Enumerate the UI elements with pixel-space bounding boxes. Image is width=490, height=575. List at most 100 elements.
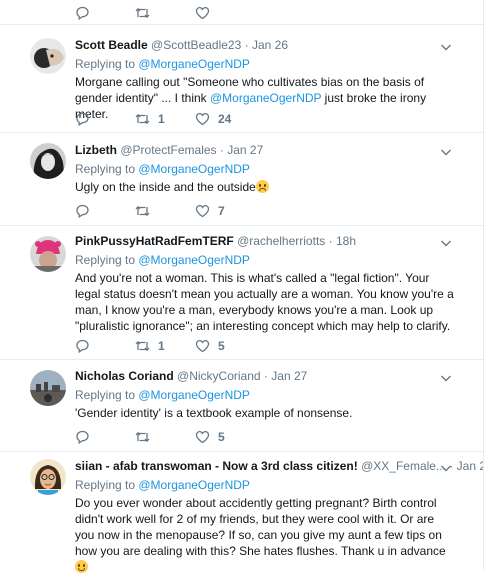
retweet-button[interactable]	[135, 6, 195, 20]
tweet-header: PinkPussyHatRadFemTERF @rachelherriotts …	[75, 233, 454, 249]
reply-button[interactable]	[75, 204, 135, 218]
retweet-button[interactable]	[135, 204, 195, 218]
replying-to-label: Replying to	[75, 162, 139, 176]
action-bar: 1 5	[75, 338, 225, 354]
avatar[interactable]	[30, 459, 66, 495]
replying-to-label: Replying to	[75, 253, 139, 267]
like-count: 5	[218, 430, 225, 444]
replying-to-label: Replying to	[75, 388, 139, 402]
display-name[interactable]: Nicholas Coriand	[75, 369, 174, 383]
avatar[interactable]	[30, 38, 66, 74]
tweet-text-part: Do you ever wonder about accidently gett…	[75, 496, 446, 558]
timestamp[interactable]: Jan 26	[252, 38, 288, 52]
mention-link[interactable]: @MorganeOgerNDP	[138, 253, 250, 267]
user-handle[interactable]: @NickyCoriand	[177, 369, 261, 383]
tweet-pinkpussyhatradfemterf[interactable]: PinkPussyHatRadFemTERF @rachelherriotts …	[0, 226, 484, 360]
retweet-button[interactable]	[135, 430, 195, 444]
tweet-scott-beadle[interactable]: Scott Beadle @ScottBeadle23 · Jan 26 Rep…	[0, 25, 484, 133]
mention-link[interactable]: @MorganeOgerNDP	[138, 162, 250, 176]
like-count: 5	[218, 339, 225, 353]
display-name[interactable]: siian - afab transwoman - Now a 3rd clas…	[75, 459, 358, 473]
tweet-header: Lizbeth @ProtectFemales · Jan 27	[75, 142, 454, 158]
like-count: 24	[218, 112, 232, 126]
timestamp[interactable]: Jan 27	[271, 369, 307, 383]
chevron-down-icon[interactable]	[440, 146, 452, 158]
retweet-count: 1	[158, 112, 165, 126]
mention-link[interactable]: @MorganeOgerNDP	[138, 388, 250, 402]
retweet-button[interactable]: 1	[135, 112, 195, 126]
reply-icon	[76, 112, 89, 126]
chevron-down-icon[interactable]	[440, 237, 452, 249]
chevron-down-icon[interactable]	[440, 41, 452, 53]
tweet-text: And you're not a woman. This is what's c…	[75, 271, 454, 333]
user-handle[interactable]: @ScottBeadle23	[151, 38, 241, 52]
mention-link[interactable]: @MorganeOgerNDP	[210, 91, 321, 105]
chevron-down-icon[interactable]	[440, 462, 452, 474]
tweet-nicholas-coriand[interactable]: Nicholas Coriand @NickyCoriand · Jan 27 …	[0, 360, 484, 452]
reply-button[interactable]	[75, 6, 135, 20]
tweet-header: Nicholas Coriand @NickyCoriand · Jan 27	[75, 368, 454, 384]
like-button[interactable]: 24	[195, 112, 231, 126]
tweet-text: Ugly on the inside and the outside	[75, 179, 454, 195]
retweet-button[interactable]: 1	[135, 339, 195, 353]
reply-icon	[76, 339, 89, 353]
action-bar: 5	[75, 429, 225, 445]
reply-button[interactable]	[75, 112, 135, 126]
action-bar: 7	[75, 203, 225, 219]
replying-to-label: Replying to	[75, 478, 139, 492]
heart-icon	[195, 6, 210, 20]
retweet-icon	[135, 340, 150, 352]
reply-icon	[76, 6, 89, 20]
tweet-header: Scott Beadle @ScottBeadle23 · Jan 26	[75, 37, 454, 53]
retweet-icon	[135, 113, 150, 125]
retweet-count: 1	[158, 339, 165, 353]
reply-button[interactable]	[75, 430, 135, 444]
replying-to: Replying to @MorganeOgerNDP	[75, 56, 454, 72]
like-count: 7	[218, 204, 225, 218]
tweet-siian[interactable]: siian - afab transwoman - Now a 3rd clas…	[0, 452, 490, 573]
replying-to: Replying to @MorganeOgerNDP	[75, 387, 454, 403]
display-name[interactable]: Scott Beadle	[75, 38, 148, 52]
chevron-down-icon[interactable]	[440, 372, 452, 384]
page-edge	[483, 0, 490, 570]
user-handle[interactable]: @ProtectFemales	[120, 143, 216, 157]
display-name[interactable]: Lizbeth	[75, 143, 117, 157]
mention-link[interactable]: @MorganeOgerNDP	[138, 478, 250, 492]
timestamp[interactable]: Jan 27	[227, 143, 263, 157]
previous-tweet-actions	[0, 0, 484, 25]
retweet-icon	[135, 205, 150, 217]
tweet-text-part: Ugly on the inside and the outside	[75, 180, 256, 194]
like-button[interactable]: 7	[195, 204, 225, 218]
avatar[interactable]	[30, 236, 66, 272]
mention-link[interactable]: @MorganeOgerNDP	[138, 57, 250, 71]
action-bar: 1 24	[75, 111, 231, 127]
tweet-lizbeth[interactable]: Lizbeth @ProtectFemales · Jan 27 Replyin…	[0, 133, 484, 226]
replying-to-label: Replying to	[75, 57, 139, 71]
user-handle[interactable]: @rachelherriotts	[237, 234, 325, 248]
like-button[interactable]: 5	[195, 339, 225, 353]
smiling-face-icon	[75, 560, 88, 573]
timestamp[interactable]: 18h	[336, 234, 356, 248]
like-button[interactable]	[195, 6, 210, 20]
avatar[interactable]	[30, 143, 66, 179]
heart-icon	[195, 339, 210, 353]
replying-to: Replying to @MorganeOgerNDP	[75, 477, 454, 493]
display-name[interactable]: PinkPussyHatRadFemTERF	[75, 234, 234, 248]
tweet-header: siian - afab transwoman - Now a 3rd clas…	[75, 458, 490, 474]
reply-icon	[76, 204, 89, 218]
heart-icon	[195, 430, 210, 444]
heart-icon	[195, 112, 210, 126]
replying-to: Replying to @MorganeOgerNDP	[75, 161, 454, 177]
reply-button[interactable]	[75, 339, 135, 353]
tweet-text: 'Gender identity' is a textbook example …	[75, 406, 353, 420]
like-button[interactable]: 5	[195, 430, 225, 444]
separator: ·	[244, 38, 249, 52]
avatar[interactable]	[30, 370, 66, 406]
heart-icon	[195, 204, 210, 218]
separator: ·	[263, 369, 268, 383]
action-bar	[75, 5, 210, 21]
reply-icon	[76, 430, 89, 444]
replying-to: Replying to @MorganeOgerNDP	[75, 252, 454, 268]
user-handle[interactable]: @XX_Female...	[361, 459, 446, 473]
retweet-icon	[135, 431, 150, 443]
